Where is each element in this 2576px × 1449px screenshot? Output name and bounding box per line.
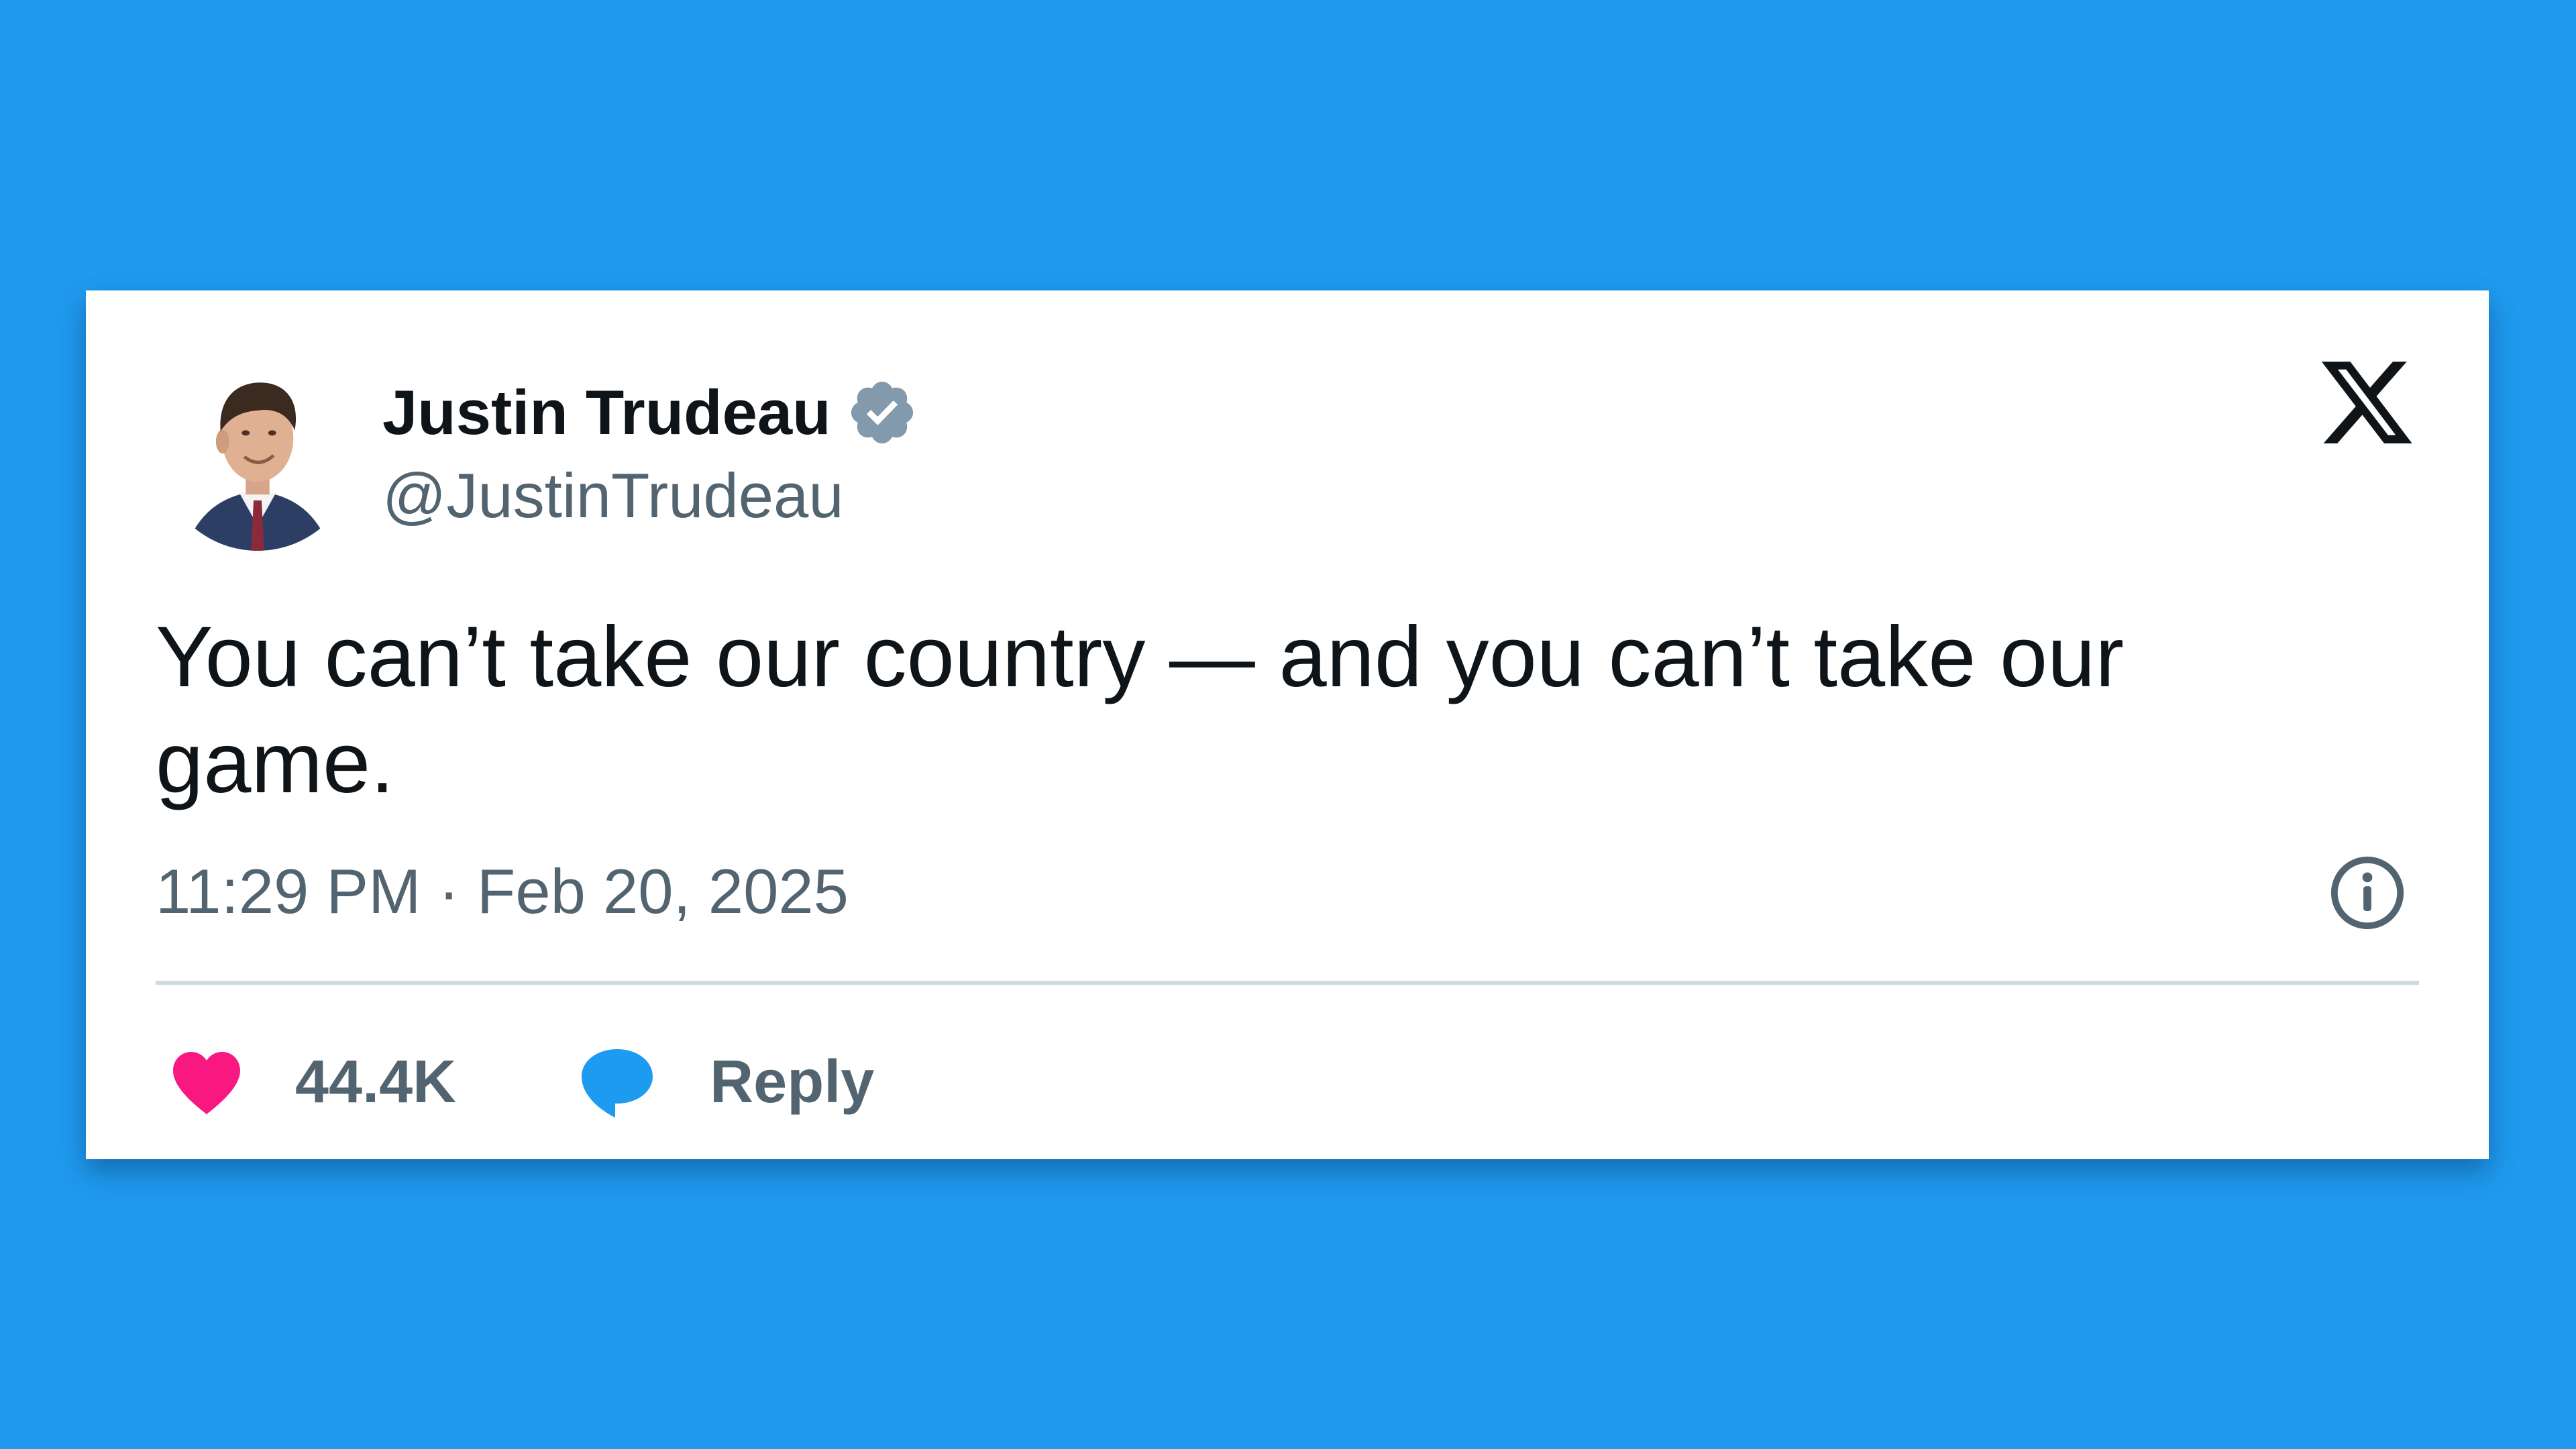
avatar-image [158, 352, 357, 551]
like-count[interactable]: 44.4K [295, 1048, 456, 1117]
info-icon[interactable] [2328, 853, 2407, 932]
reply-label: Reply [710, 1048, 875, 1116]
author-display-name[interactable]: Justin Trudeau [382, 381, 831, 444]
author-handle[interactable]: @JustinTrudeau [382, 458, 844, 534]
x-logo-icon[interactable] [2316, 352, 2417, 453]
divider [156, 981, 2419, 985]
heart-icon[interactable] [166, 1042, 247, 1122]
author-name-row: Justin Trudeau [382, 366, 918, 460]
tweet-timestamp[interactable]: 11:29 PM · Feb 20, 2025 [156, 854, 849, 930]
tweet-card: Justin Trudeau @JustinTrudeau You can’t … [86, 290, 2489, 1159]
tweet-text: You can’t take our country — and you can… [156, 609, 2124, 811]
avatar[interactable] [158, 352, 357, 551]
verified-badge-icon [846, 376, 918, 449]
reply-button[interactable]: Reply [577, 1042, 874, 1122]
action-bar: 44.4K Reply [166, 1038, 874, 1126]
speech-bubble-icon [577, 1042, 657, 1122]
